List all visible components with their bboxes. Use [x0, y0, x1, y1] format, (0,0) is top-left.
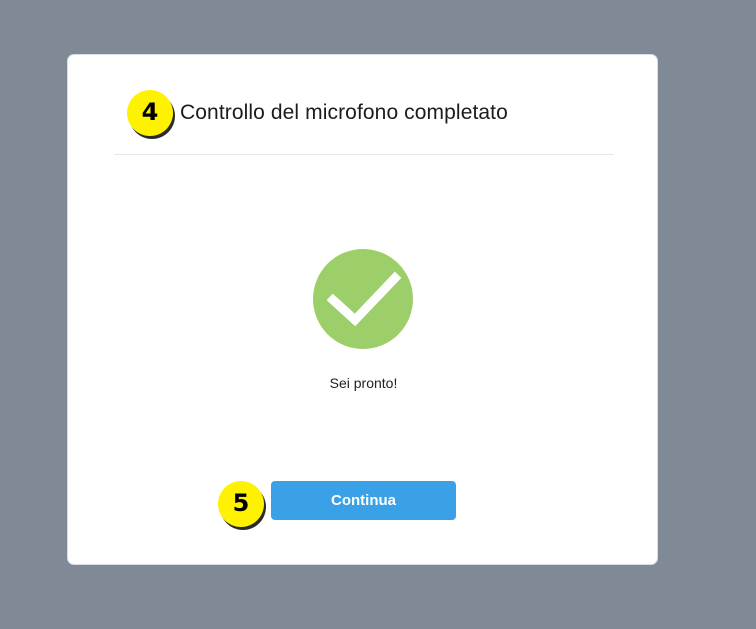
dialog-title: Controllo del microfono completato [180, 101, 508, 124]
status-text: Sei pronto! [329, 375, 398, 391]
step-badge-5: 5 [218, 481, 264, 527]
mic-check-dialog: 4 Controllo del microfono completato Sei… [67, 54, 658, 565]
checkmark-icon [326, 271, 402, 327]
continue-button[interactable]: Continua [271, 481, 456, 520]
success-check-icon [313, 249, 413, 349]
step-badge-4: 4 [127, 90, 173, 136]
divider [114, 154, 614, 155]
